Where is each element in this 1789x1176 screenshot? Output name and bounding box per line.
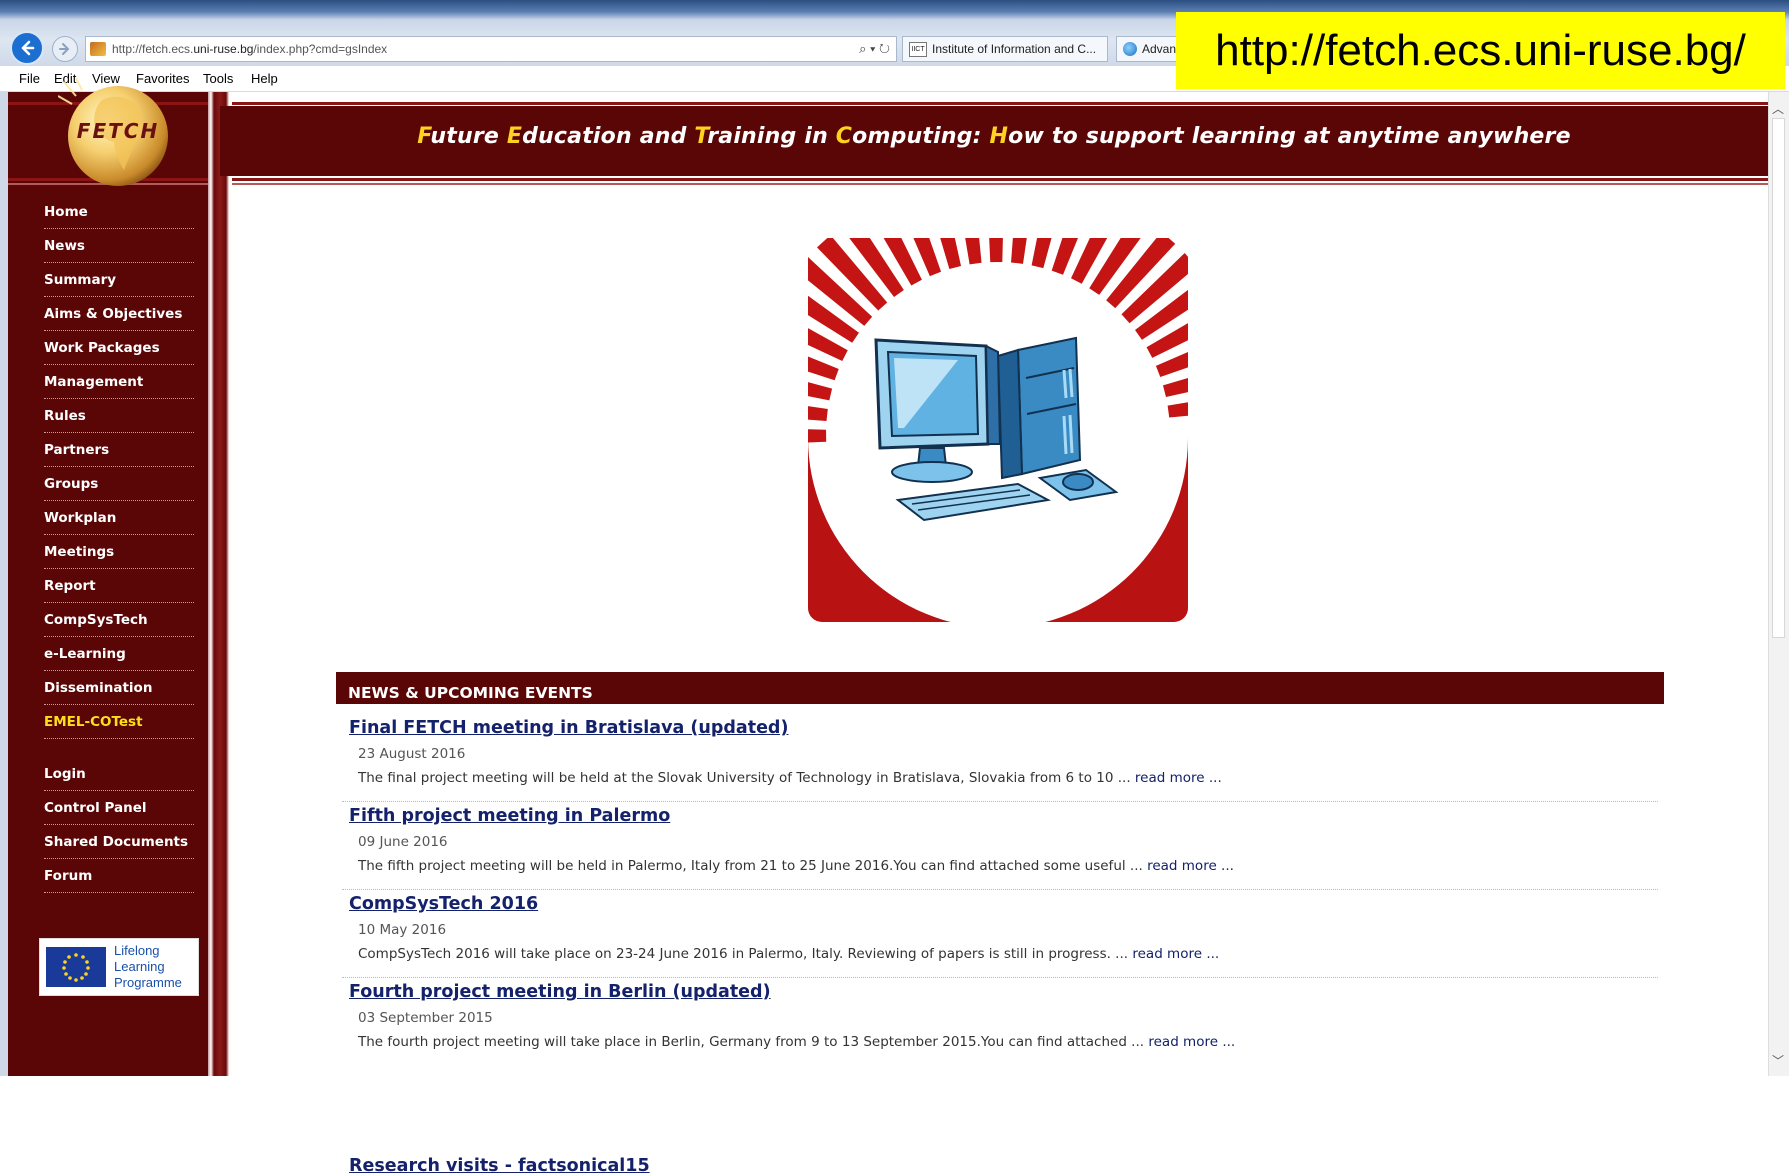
browser-tab-iict[interactable]: IICT Institute of Information and C... [902,36,1108,62]
news-title-link-partial[interactable]: Research visits - factsonical15 [349,1156,650,1176]
sidebar-item-report[interactable]: Report [44,578,194,603]
header-stripe [8,178,1768,181]
header-stripe [8,183,1768,185]
news-list: Final FETCH meeting in Bratislava (updat… [342,714,1658,1066]
fetch-logo[interactable]: FETCH [58,78,176,190]
ie-favicon-icon [1123,42,1137,56]
news-summary: The fourth project meeting will take pla… [358,1034,1236,1050]
site-favicon-icon [90,42,106,56]
sidebar-item-emel-cotest[interactable]: EMEL-COTest [44,714,194,739]
url-path: /index.php?cmd=gsIndex [253,42,388,56]
news-title-link[interactable]: Fourth project meeting in Berlin (update… [349,982,771,1002]
read-more-link[interactable]: read more ... [1148,1034,1235,1050]
browser-chrome: http://fetch.ecs. uni-ruse.bg/index.php?c… [0,0,1789,92]
news-summary: The fifth project meeting will be held i… [358,858,1234,874]
sidebar-item-partners[interactable]: Partners [44,442,194,467]
search-refresh-icon[interactable]: ⌕ ▾ ↻ [859,41,890,57]
computer-illustration [808,238,1188,622]
sidebar-border [208,92,232,1076]
web-page: Future Education and Training in Computi… [0,78,1789,1176]
news-date: 10 May 2016 [358,922,447,938]
sidebar-item-rules[interactable]: Rules [44,408,194,433]
news-summary: CompSysTech 2016 will take place on 23-2… [358,946,1220,962]
sidebar-item-workplan[interactable]: Workplan [44,510,194,535]
arrow-right-icon [59,43,70,55]
sidebar-item-aims-objectives[interactable]: Aims & Objectives [44,306,194,331]
lifelong-learning-logo[interactable]: Lifelong Learning Programme [39,938,199,996]
url-caption-banner: http://fetch.ecs.uni-ruse.bg/ [1176,12,1785,89]
news-title-link[interactable]: Fifth project meeting in Palermo [349,806,670,826]
read-more-link[interactable]: read more ... [1147,858,1234,874]
sidebar-menu: Home News Summary Aims & Objectives Work… [44,204,194,748]
sidebar-item-home[interactable]: Home [44,204,194,229]
sidebar-item-management[interactable]: Management [44,374,194,399]
sidebar-item-login[interactable]: Login [44,766,194,791]
tab-label: Advan [1142,42,1177,56]
arrow-left-icon [21,40,35,56]
sidebar-item-summary[interactable]: Summary [44,272,194,297]
address-bar[interactable]: http://fetch.ecs. uni-ruse.bg/index.php?c… [85,36,897,62]
url-host: uni-ruse.bg [193,42,254,56]
eu-flag-icon [46,947,106,987]
iict-favicon-icon: IICT [909,41,927,57]
sidebar-user-menu: Login Control Panel Shared Documents For… [44,766,194,902]
sidebar-item-forum[interactable]: Forum [44,868,194,893]
scrollbar-thumb[interactable] [1772,118,1785,638]
sidebar-item-meetings[interactable]: Meetings [44,544,194,569]
news-summary: The final project meeting will be held a… [358,770,1222,786]
sidebar-item-control-panel[interactable]: Control Panel [44,800,194,825]
menu-tools[interactable]: Tools [203,71,233,86]
header-stripe [8,102,1768,105]
news-date: 09 June 2016 [358,834,448,850]
news-date: 23 August 2016 [358,746,466,762]
sidebar-item-work-packages[interactable]: Work Packages [44,340,194,365]
scroll-down-icon[interactable]: ﹀ [1772,1052,1784,1069]
news-item: CompSysTech 2016 10 May 2016 CompSysTech… [342,890,1658,978]
news-item: Fifth project meeting in Palermo 09 June… [342,802,1658,890]
news-title-link[interactable]: Final FETCH meeting in Bratislava (updat… [349,718,788,738]
page-left-margin [0,92,8,1076]
sidebar-item-shared-documents[interactable]: Shared Documents [44,834,194,859]
news-title-link[interactable]: CompSysTech 2016 [349,894,538,914]
news-item: Final FETCH meeting in Bratislava (updat… [342,714,1658,802]
url-caption-text: http://fetch.ecs.uni-ruse.bg/ [1215,25,1746,75]
menu-file[interactable]: File [19,71,40,86]
site-tagline: Future Education and Training in Computi… [417,124,1571,149]
read-more-link[interactable]: read more ... [1132,946,1219,962]
news-section-title: NEWS & UPCOMING EVENTS [348,684,593,702]
scroll-up-icon[interactable]: ︿ [1772,100,1784,117]
sidebar-item-groups[interactable]: Groups [44,476,194,501]
read-more-link[interactable]: read more ... [1135,770,1222,786]
menu-help[interactable]: Help [251,71,278,86]
forward-button[interactable] [52,36,78,62]
logo-text: FETCH [77,119,159,143]
sidebar-item-dissemination[interactable]: Dissemination [44,680,194,705]
sidebar-item-e-learning[interactable]: e-Learning [44,646,194,671]
sidebar-item-news[interactable]: News [44,238,194,263]
llp-label: Lifelong Learning Programme [114,943,182,990]
tab-label: Institute of Information and C... [932,42,1097,56]
url-prefix: http://fetch.ecs. [112,42,194,56]
news-date: 03 September 2015 [358,1010,493,1026]
news-item: Fourth project meeting in Berlin (update… [342,978,1658,1066]
back-button[interactable] [10,31,44,65]
sidebar-item-compsystech[interactable]: CompSysTech [44,612,194,637]
